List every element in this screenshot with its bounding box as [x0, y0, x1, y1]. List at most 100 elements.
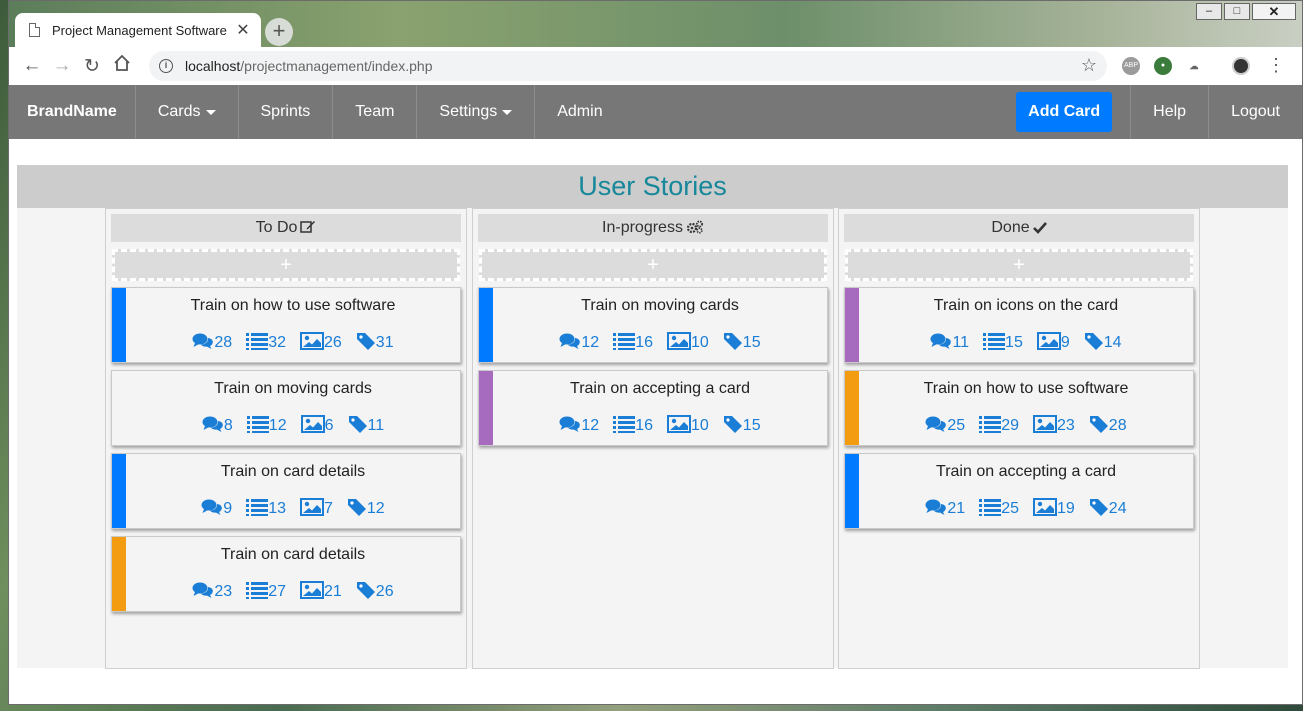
card-stat-tasks[interactable]: 15: [983, 324, 1023, 351]
minimize-button[interactable]: –: [1196, 3, 1222, 20]
maximize-button[interactable]: □: [1224, 3, 1250, 20]
story-card[interactable]: Train on moving cards 12 16 10 15: [478, 287, 828, 363]
card-stat-comments[interactable]: 21: [925, 490, 965, 517]
card-stat-comments[interactable]: 8: [202, 407, 233, 434]
card-stats: 11 15 9 14: [859, 324, 1193, 351]
card-color-stripe: [845, 454, 859, 528]
story-card[interactable]: Train on how to use software 28 32 26 31: [111, 287, 461, 363]
card-stat-images[interactable]: 19: [1033, 490, 1075, 517]
nav-admin[interactable]: Admin: [535, 85, 624, 139]
bookmark-star-icon[interactable]: ☆: [1081, 55, 1097, 76]
card-stat-tags[interactable]: 12: [347, 490, 385, 517]
nav-settings-dropdown[interactable]: Settings: [417, 85, 536, 139]
story-card[interactable]: Train on card details 9 13 7 12: [111, 453, 461, 529]
card-stat-images[interactable]: 6: [300, 407, 334, 434]
image-icon: [300, 332, 324, 350]
card-stat-count: 25: [947, 417, 966, 434]
card-stat-images[interactable]: 9: [1036, 324, 1070, 351]
story-card[interactable]: Train on moving cards 8 12 6 11: [111, 370, 461, 446]
back-icon[interactable]: ←: [17, 55, 47, 77]
card-stat-tags[interactable]: 15: [723, 407, 761, 434]
card-stat-tasks[interactable]: 16: [613, 324, 653, 351]
close-window-button[interactable]: ✕: [1252, 3, 1296, 20]
caret-down-icon: [205, 109, 216, 115]
card-stat-count: 11: [952, 334, 970, 351]
card-stat-count: 25: [1001, 500, 1019, 517]
card-stat-tags[interactable]: 28: [1089, 407, 1127, 434]
card-stat-comments[interactable]: 12: [559, 407, 599, 434]
card-stats: 9 13 7 12: [126, 490, 460, 517]
browser-tab[interactable]: Project Management Software ✕: [15, 13, 261, 47]
card-color-stripe: [845, 371, 859, 445]
card-stat-tags[interactable]: 31: [356, 324, 394, 351]
card-stat-comments[interactable]: 25: [925, 407, 966, 434]
card-stat-count: 12: [581, 334, 600, 351]
card-stat-tags[interactable]: 26: [356, 573, 394, 600]
card-stat-tags[interactable]: 14: [1084, 324, 1122, 351]
nav-right-group: Add Card Help Logout: [1016, 85, 1302, 139]
card-stat-tasks[interactable]: 25: [979, 490, 1019, 517]
tab-close-icon[interactable]: ✕: [235, 20, 251, 40]
card-stat-comments[interactable]: 28: [192, 324, 232, 351]
card-stat-images[interactable]: 10: [667, 407, 709, 434]
card-stat-images[interactable]: 7: [300, 490, 333, 517]
brand-link[interactable]: BrandName: [9, 85, 136, 139]
comments-icon: [559, 415, 581, 433]
list-icon: [613, 415, 636, 433]
browser-menu-icon[interactable]: ⋮: [1267, 55, 1285, 75]
list-icon: [613, 332, 636, 350]
card-stat-tasks[interactable]: 27: [246, 573, 286, 600]
add-card-dropzone[interactable]: +: [479, 249, 827, 281]
story-card[interactable]: Train on accepting a card 21 25 19 24: [844, 453, 1194, 529]
card-stat-count: 8: [223, 417, 233, 434]
tag-icon: [356, 581, 376, 599]
card-stat-tasks[interactable]: 29: [979, 407, 1019, 434]
nav-logout[interactable]: Logout: [1208, 85, 1302, 139]
story-card[interactable]: Train on icons on the card 11 15 9 14: [844, 287, 1194, 363]
page-icon: [29, 23, 40, 37]
story-card[interactable]: Train on how to use software 25 29 23 28: [844, 370, 1194, 446]
info-icon[interactable]: i: [159, 59, 173, 73]
add-card-dropzone[interactable]: +: [845, 249, 1193, 281]
card-stat-images[interactable]: 10: [667, 324, 709, 351]
nav-cards-dropdown[interactable]: Cards: [136, 85, 239, 139]
card-stat-images[interactable]: 23: [1033, 407, 1075, 434]
reload-icon[interactable]: ↻: [77, 55, 107, 78]
card-stat-comments[interactable]: 11: [930, 324, 970, 351]
comments-icon: [925, 415, 947, 433]
image-icon: [667, 415, 691, 433]
card-stat-images[interactable]: 21: [300, 573, 342, 600]
nav-sprints[interactable]: Sprints: [239, 85, 334, 139]
adblock-extension-icon[interactable]: ABP: [1122, 57, 1140, 75]
browser-toolbar: ← → ↻ i localhost/projectmanagement/inde…: [9, 47, 1302, 85]
card-stat-tasks[interactable]: 32: [246, 324, 286, 351]
window-controls: – □ ✕: [1194, 3, 1296, 20]
card-stat-tasks[interactable]: 12: [246, 407, 287, 434]
nav-settings-label: Settings: [439, 103, 498, 120]
card-stat-tags[interactable]: 24: [1089, 490, 1127, 517]
card-stat-comments[interactable]: 9: [201, 490, 232, 517]
card-stat-images[interactable]: 26: [300, 324, 342, 351]
card-stat-tags[interactable]: 11: [348, 407, 384, 434]
card-stat-tags[interactable]: 15: [723, 324, 761, 351]
card-stat-comments[interactable]: 12: [559, 324, 600, 351]
add-card-button[interactable]: Add Card: [1016, 92, 1113, 132]
card-stat-comments[interactable]: 23: [192, 573, 232, 600]
card-title: Train on accepting a card: [570, 380, 750, 397]
card-color-stripe: [112, 537, 126, 611]
home-icon[interactable]: [107, 54, 137, 78]
forward-icon[interactable]: →: [47, 55, 77, 77]
story-card[interactable]: Train on card details 23 27 21 26: [111, 536, 461, 612]
add-card-dropzone[interactable]: +: [112, 249, 460, 281]
story-card[interactable]: Train on accepting a card 12 16 10 15: [478, 370, 828, 446]
nav-team[interactable]: Team: [333, 85, 418, 139]
nav-help[interactable]: Help: [1130, 85, 1208, 139]
address-bar[interactable]: i localhost/projectmanagement/index.php …: [149, 51, 1107, 81]
card-stat-tasks[interactable]: 16: [613, 407, 653, 434]
card-stat-tasks[interactable]: 13: [246, 490, 286, 517]
new-tab-button[interactable]: +: [265, 18, 293, 46]
card-title: Train on how to use software: [190, 297, 396, 314]
profile-avatar[interactable]: [1232, 57, 1250, 75]
cloud-extension-icon[interactable]: ☁: [1185, 57, 1203, 75]
globe-extension-icon[interactable]: ●: [1154, 57, 1172, 75]
